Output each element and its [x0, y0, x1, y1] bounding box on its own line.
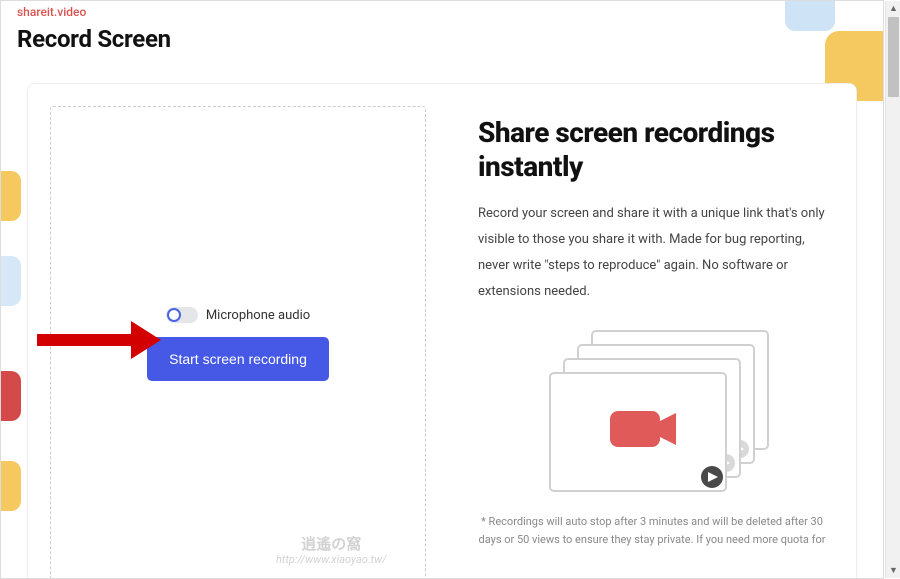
mic-toggle[interactable]	[166, 307, 198, 323]
hero-title: Share screen recordings instantly	[478, 116, 826, 183]
app-viewport: shareit.video Record Screen Microphone a…	[0, 0, 884, 579]
bg-decoration	[0, 371, 21, 421]
recorder-pane: Microphone audio Start screen recording	[28, 84, 448, 579]
camera-icon	[610, 411, 660, 447]
mic-toggle-knob	[167, 308, 181, 322]
page-header: shareit.video Record Screen	[1, 1, 883, 55]
recorder-dropzone: Microphone audio Start screen recording	[50, 106, 426, 579]
bg-decoration	[0, 461, 21, 511]
bg-decoration	[0, 171, 21, 221]
scroll-down-arrow-icon[interactable]: ▼	[886, 563, 900, 578]
hero-description: Record your screen and share it with a u…	[478, 201, 826, 305]
scrollbar-thumb[interactable]	[888, 17, 899, 97]
footnote: * Recordings will auto stop after 3 minu…	[478, 513, 826, 548]
mic-toggle-label: Microphone audio	[206, 308, 310, 323]
brand-link[interactable]: shareit.video	[17, 5, 867, 19]
start-recording-button[interactable]: Start screen recording	[147, 337, 329, 381]
watermark-line2: http://www.xiaoyao.tw/	[276, 553, 387, 566]
watermark-line1: 逍遙の窩	[276, 535, 387, 553]
page-title: Record Screen	[17, 25, 867, 53]
info-pane: Share screen recordings instantly Record…	[448, 84, 856, 579]
main-card: Microphone audio Start screen recording …	[27, 83, 857, 579]
bg-decoration	[0, 256, 21, 306]
recorder-controls: Microphone audio Start screen recording	[51, 307, 425, 381]
mic-toggle-row: Microphone audio	[166, 307, 310, 323]
scroll-up-arrow-icon[interactable]: ▲	[886, 1, 900, 16]
vertical-scrollbar[interactable]: ▲ ▼	[885, 1, 900, 578]
video-stack-icon	[522, 325, 782, 495]
illustration	[478, 325, 826, 495]
watermark: 逍遙の窩 http://www.xiaoyao.tw/	[276, 535, 387, 566]
